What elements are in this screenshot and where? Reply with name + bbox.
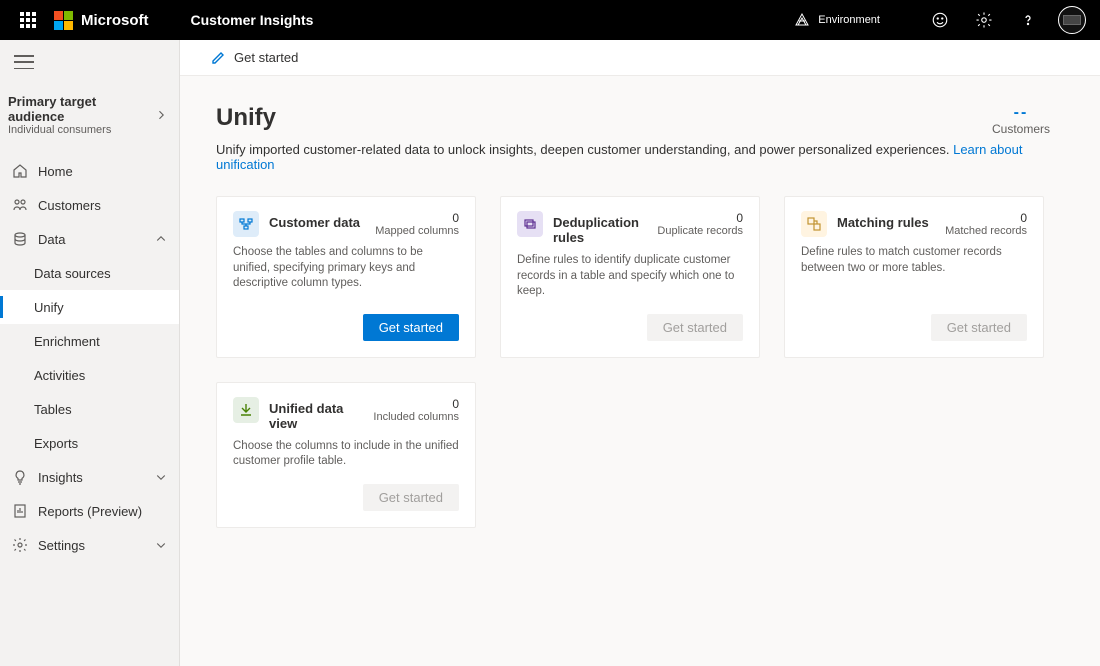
nav-tables[interactable]: Tables [0,392,179,426]
question-icon [1020,12,1036,28]
nav-label: Customers [38,198,101,213]
card-description: Choose the tables and columns to be unif… [233,245,459,292]
page-description-text: Unify imported customer-related data to … [216,142,953,157]
customers-metric: -- Customers [992,104,1050,136]
card-title: Unified data view [269,401,363,431]
nav-customers[interactable]: Customers [0,188,179,222]
nav-label: Insights [38,470,83,485]
nav-label: Exports [34,436,78,451]
nav-unify[interactable]: Unify [0,290,179,324]
card-title: Customer data [269,215,365,230]
product-label: Customer Insights [191,12,314,28]
audience-subtitle: Individual consumers [8,124,155,136]
avatar-icon [1058,6,1086,34]
nav-enrichment[interactable]: Enrichment [0,324,179,358]
nav-data[interactable]: Data [0,222,179,256]
card-metric-value: 0 [373,397,459,411]
nav-label: Unify [34,300,64,315]
card-metric-value: 0 [945,211,1027,225]
waffle-icon [20,12,36,28]
chevron-down-icon [155,539,167,551]
nav-activities[interactable]: Activities [0,358,179,392]
get-started-button: Get started [931,314,1027,341]
nav-home[interactable]: Home [0,154,179,188]
card-metric-label: Matched records [945,225,1027,237]
nav-label: Data sources [34,266,111,281]
cmdbar-get-started[interactable]: Get started [234,50,298,65]
card-metric-value: 0 [375,211,459,225]
card-customer-data: Customer data 0 Mapped columns Choose th… [216,196,476,358]
nav-label: Reports (Preview) [38,504,142,519]
customer-data-icon [233,211,259,237]
nav-label: Data [38,232,65,247]
settings-button[interactable] [964,0,1004,40]
help-button[interactable] [1008,0,1048,40]
customers-icon [12,197,28,213]
environment-picker[interactable]: Environment [794,12,880,28]
card-unified-data-view: Unified data view 0 Included columns Cho… [216,382,476,528]
card-matching-rules: Matching rules 0 Matched records Define … [784,196,1044,358]
edit-icon [210,50,226,66]
deduplication-icon [517,211,543,237]
reports-icon [12,503,28,519]
get-started-button[interactable]: Get started [363,314,459,341]
gear-icon [975,11,993,29]
card-title: Deduplication rules [553,215,647,245]
card-metric-label: Duplicate records [657,225,743,237]
nav-collapse-button[interactable] [14,55,34,69]
nav-exports[interactable]: Exports [0,426,179,460]
nav-label: Settings [38,538,85,553]
app-launcher-button[interactable] [8,0,48,40]
nav-data-sources[interactable]: Data sources [0,256,179,290]
page-title: Unify [216,104,1064,132]
nav-reports[interactable]: Reports (Preview) [0,494,179,528]
nav-label: Tables [34,402,72,417]
nav-settings[interactable]: Settings [0,528,179,562]
smiley-icon [931,11,949,29]
card-title: Matching rules [837,215,935,230]
card-metric-value: 0 [657,211,743,225]
environment-icon [794,12,810,28]
card-metric-label: Included columns [373,411,459,423]
nav-label: Home [38,164,73,179]
card-metric-label: Mapped columns [375,225,459,237]
environment-label: Environment [818,14,880,26]
microsoft-logo-icon [54,11,73,30]
nav-label: Activities [34,368,85,383]
get-started-button: Get started [363,484,459,511]
nav-insights[interactable]: Insights [0,460,179,494]
chevron-down-icon [155,471,167,483]
main: Get started -- Customers Unify Unify imp… [180,40,1100,666]
card-description: Define rules to identify duplicate custo… [517,253,743,300]
lightbulb-icon [12,469,28,485]
matching-icon [801,211,827,237]
nav-label: Enrichment [34,334,100,349]
card-deduplication: Deduplication rules 0 Duplicate records … [500,196,760,358]
customers-label: Customers [992,122,1050,136]
gear-icon [12,537,28,553]
account-button[interactable] [1052,0,1092,40]
topbar: Microsoft Customer Insights Environment [0,0,1100,40]
audience-picker[interactable]: Primary target audience Individual consu… [0,84,179,148]
sidebar: Primary target audience Individual consu… [0,40,180,666]
unified-view-icon [233,397,259,423]
chevron-right-icon [155,109,167,121]
page-description: Unify imported customer-related data to … [216,142,1064,172]
brand-label: Microsoft [81,12,149,29]
home-icon [12,163,28,179]
command-bar: Get started [180,40,1100,76]
customers-value: -- [992,104,1050,122]
get-started-button: Get started [647,314,743,341]
chevron-up-icon [155,233,167,245]
database-icon [12,231,28,247]
card-description: Define rules to match customer records b… [801,245,1027,276]
feedback-button[interactable] [920,0,960,40]
audience-title: Primary target audience [8,94,155,124]
card-description: Choose the columns to include in the uni… [233,439,459,470]
